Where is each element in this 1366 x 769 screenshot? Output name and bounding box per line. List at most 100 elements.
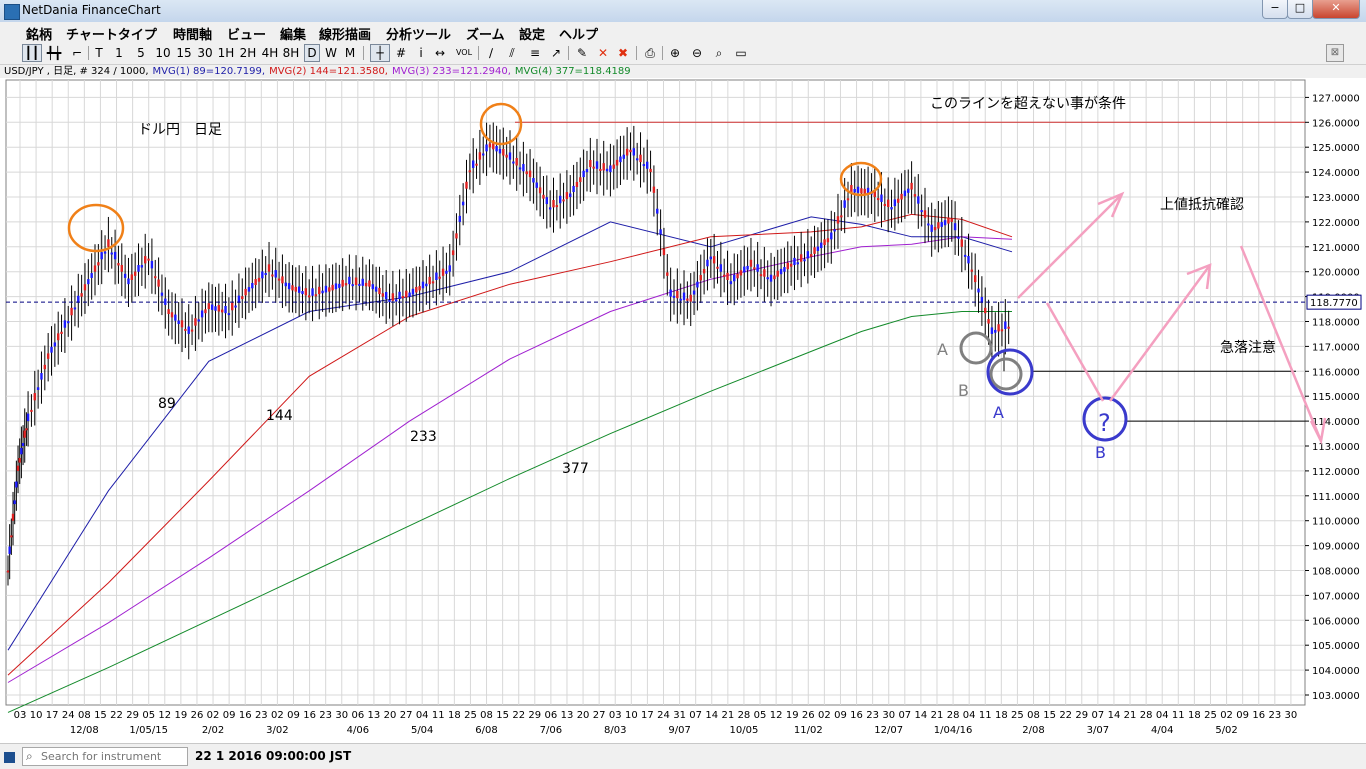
maximize-button[interactable]: □	[1287, 0, 1313, 19]
period-8h[interactable]: 8H	[282, 45, 300, 61]
x-day-label: 22	[110, 710, 123, 721]
menu-chart-type[interactable]: チャートタイプ	[66, 24, 157, 43]
menu-settings[interactable]: 設定	[519, 24, 545, 43]
price-candle-body	[281, 276, 284, 284]
x-day-label: 03	[14, 710, 27, 721]
price-candle-body	[16, 465, 20, 471]
price-candle-body	[103, 251, 107, 254]
x-month-label: 3/07	[1087, 725, 1109, 736]
price-candle-body	[120, 264, 123, 272]
price-candle-body	[21, 443, 25, 446]
price-candle-body	[649, 168, 652, 173]
price-candle-body	[515, 157, 518, 166]
pencil-icon[interactable]: ✎	[574, 45, 590, 61]
price-candle-body	[220, 309, 224, 313]
menu-drawing[interactable]: 線形描画	[319, 24, 371, 43]
x-day-label: 14	[705, 710, 718, 721]
chart-area[interactable]: 103.0000 104.0000 105.0000 106.0000 107.0000…	[0, 78, 1366, 743]
price-candle-body	[425, 283, 428, 287]
period-daily[interactable]: D	[304, 44, 320, 62]
zoom-in-icon[interactable]: ⊕	[668, 45, 682, 61]
price-candle-body	[234, 305, 237, 308]
period-1h[interactable]: 1H	[217, 45, 235, 61]
instrument-search[interactable]: ⌕	[22, 747, 188, 766]
search-input[interactable]	[41, 749, 183, 763]
fit-icon[interactable]: ▭	[734, 45, 748, 61]
bars-icon[interactable]: ╇╈	[46, 45, 62, 61]
price-candle-body	[321, 290, 324, 294]
price-candle-body	[277, 278, 281, 281]
print-icon[interactable]: ⎙	[643, 45, 657, 61]
period-2h[interactable]: 2H	[239, 45, 257, 61]
x-day-label: 23	[1268, 710, 1281, 721]
x-day-label: 02	[207, 710, 220, 721]
period-5m[interactable]: 5	[136, 45, 146, 61]
price-candle-body	[314, 294, 318, 297]
trend-line-icon[interactable]: ∕	[484, 45, 498, 61]
x-day-label: 30	[882, 710, 895, 721]
price-candle-body	[117, 263, 120, 266]
price-candle-body	[461, 201, 465, 206]
crosshair-icon[interactable]: ┼	[370, 44, 390, 62]
menu-edit[interactable]: 編集	[280, 24, 306, 43]
price-candle-body	[398, 291, 401, 300]
grid-icon[interactable]: #	[394, 45, 408, 61]
delete-icon[interactable]: ✕	[596, 45, 610, 61]
delete-all-icon[interactable]: ✖	[616, 45, 630, 61]
info-icon[interactable]: i	[416, 45, 426, 61]
channel-icon[interactable]: ⫽	[505, 45, 519, 61]
x-day-label: 17	[641, 710, 654, 721]
price-candle-body	[197, 319, 200, 322]
arrows-icon[interactable]: ↔	[432, 45, 448, 61]
x-day-label: 30	[1285, 710, 1298, 721]
period-4h[interactable]: 4H	[261, 45, 279, 61]
price-candle-body	[706, 259, 709, 267]
period-15m[interactable]: 15	[176, 45, 192, 61]
period-weekly[interactable]: W	[324, 45, 338, 61]
y-tick-label: 122.0000	[1312, 218, 1360, 229]
price-candle-body	[127, 278, 130, 285]
price-candle-body	[793, 257, 796, 266]
fibonacci-icon[interactable]: ≡	[527, 45, 543, 61]
price-candle-body	[97, 262, 100, 266]
menu-zoom[interactable]: ズーム	[466, 24, 505, 43]
price-candle-body	[639, 154, 642, 163]
price-candle-body	[348, 276, 351, 285]
menu-analysis[interactable]: 分析ツール	[386, 24, 451, 43]
zoom-area-icon[interactable]: ⌕	[712, 45, 726, 61]
price-candle-body	[43, 364, 47, 370]
minimize-button[interactable]: −	[1262, 0, 1288, 19]
price-candle-body	[615, 159, 619, 166]
menu-instrument[interactable]: 銘柄	[26, 24, 52, 43]
period-tick[interactable]: T	[94, 45, 104, 61]
menu-view[interactable]: ビュー	[227, 24, 266, 43]
menu-timeframe[interactable]: 時間軸	[173, 24, 212, 43]
close-button[interactable]: ✕	[1312, 0, 1360, 19]
price-candle-body	[940, 222, 943, 227]
price-candle-body	[133, 271, 137, 276]
arrow-tool-icon[interactable]: ↗	[549, 45, 563, 61]
panel-toggle-icon[interactable]: ⊠	[1326, 44, 1344, 62]
price-candle-body	[291, 285, 294, 291]
x-day-label: 05	[142, 710, 155, 721]
price-candle-body	[776, 270, 779, 277]
candles-icon[interactable]: ┃┃	[22, 44, 42, 62]
x-day-label: 29	[126, 710, 139, 721]
price-candle-body	[987, 319, 990, 324]
price-candle-body	[753, 267, 756, 270]
period-10m[interactable]: 10	[155, 45, 171, 61]
line-icon[interactable]: ⌐	[70, 45, 84, 61]
zoom-out-icon[interactable]: ⊖	[690, 45, 704, 61]
price-candle-body	[629, 149, 632, 153]
price-chart[interactable]: 103.0000 104.0000 105.0000 106.0000 107.0000…	[0, 78, 1366, 743]
price-candle-body	[304, 288, 308, 296]
period-1m[interactable]: 1	[114, 45, 124, 61]
price-candle-body	[963, 254, 967, 257]
period-monthly[interactable]: M	[343, 45, 357, 61]
volume-icon[interactable]: VOL	[455, 45, 473, 61]
y-tick-label: 118.0000	[1312, 318, 1360, 329]
x-month-label: 12/08	[70, 725, 99, 736]
price-candle-body	[261, 271, 264, 279]
period-30m[interactable]: 30	[197, 45, 213, 61]
menu-help[interactable]: ヘルプ	[559, 24, 598, 43]
